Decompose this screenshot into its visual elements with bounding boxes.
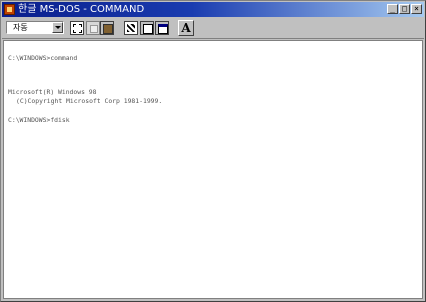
console-line: (C)Copyright Microsoft Corp 1981-1999.: [16, 97, 163, 105]
window-controls: _ □ ×: [386, 4, 422, 14]
toolbar: 자동 A: [2, 18, 424, 39]
console-line: C:\WINDOWS>fdisk: [8, 116, 70, 124]
font-size-value: 자동: [13, 23, 28, 32]
font-button[interactable]: A: [178, 20, 194, 36]
paste-icon[interactable]: [100, 21, 114, 35]
close-button[interactable]: ×: [411, 4, 422, 14]
msdos-app-icon[interactable]: [4, 4, 15, 15]
console-line: Microsoft(R) Windows 98: [8, 88, 97, 96]
title-bar[interactable]: 한글 MS-DOS - COMMAND _ □ ×: [2, 2, 424, 17]
font-size-select[interactable]: 자동: [6, 21, 64, 34]
console-line: C:\WINDOWS>command: [8, 54, 78, 62]
copy-icon[interactable]: [86, 21, 100, 35]
minimize-button[interactable]: _: [387, 4, 398, 14]
full-screen-icon[interactable]: [124, 21, 138, 35]
msdos-window: 한글 MS-DOS - COMMAND _ □ × 자동 A C:\WINDOW…: [0, 0, 426, 302]
window-title: 한글 MS-DOS - COMMAND: [18, 4, 145, 15]
console-output[interactable]: C:\WINDOWS>command Microsoft(R) Windows …: [3, 40, 423, 299]
properties-icon[interactable]: [140, 21, 154, 35]
background-icon[interactable]: [155, 21, 169, 35]
mark-icon[interactable]: [70, 21, 84, 35]
chevron-down-icon[interactable]: [52, 22, 63, 33]
maximize-button[interactable]: □: [399, 4, 410, 14]
